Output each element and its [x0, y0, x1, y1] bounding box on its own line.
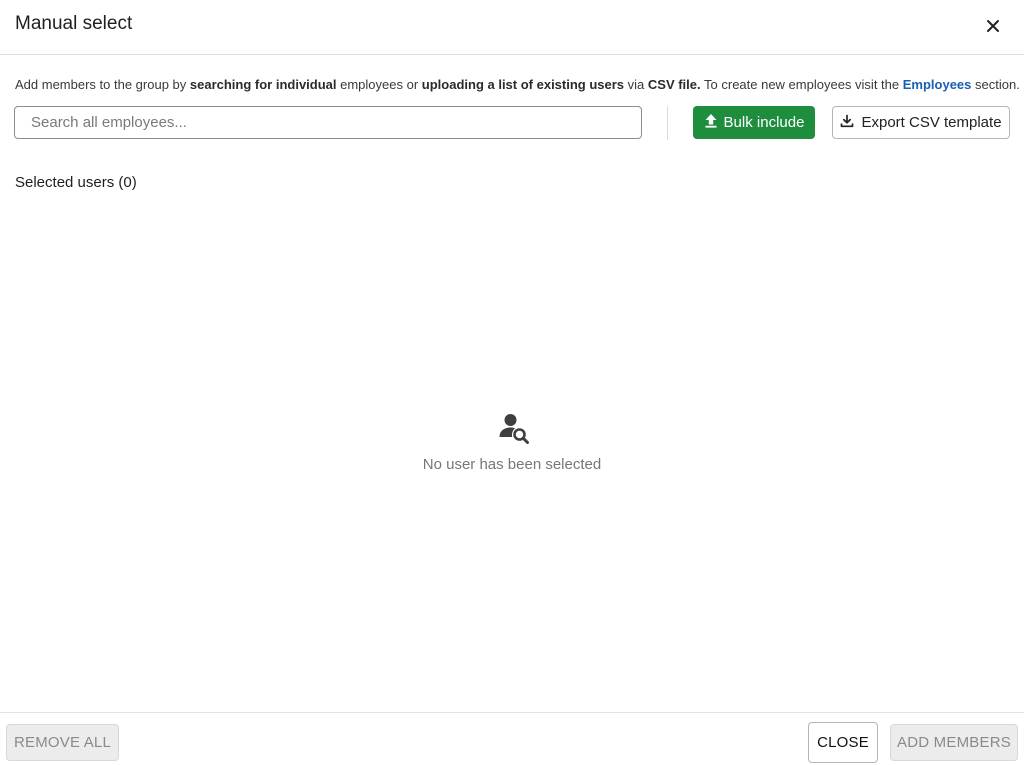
- dialog-header: Manual select: [0, 0, 1024, 55]
- toolbar-divider: [667, 106, 668, 140]
- selected-users-heading: Selected users (0): [15, 174, 137, 191]
- add-members-button[interactable]: ADD MEMBERS: [890, 724, 1018, 761]
- bulk-include-label: Bulk include: [723, 114, 805, 131]
- desc-bold-search: searching for individual: [189, 77, 337, 92]
- close-button[interactable]: CLOSE: [808, 722, 878, 763]
- manual-select-dialog: Manual select Add members to the group b…: [0, 0, 1024, 765]
- empty-state-message: No user has been selected: [422, 456, 602, 473]
- upload-icon: [704, 113, 718, 132]
- dialog-description: Add members to the group by searching fo…: [15, 77, 1020, 92]
- export-csv-label: Export CSV template: [861, 114, 1002, 131]
- close-icon[interactable]: [980, 13, 1006, 39]
- remove-all-button[interactable]: REMOVE ALL: [6, 724, 119, 761]
- desc-bold-csv: CSV file.: [647, 77, 701, 92]
- search-employees-input[interactable]: [14, 106, 642, 139]
- bulk-include-button[interactable]: Bulk include: [693, 106, 815, 139]
- dialog-title: Manual select: [15, 13, 133, 34]
- desc-text: Add members to the group by: [15, 77, 190, 92]
- download-icon: [840, 114, 854, 132]
- dialog-footer: REMOVE ALL CLOSE ADD MEMBERS: [0, 712, 1024, 765]
- export-csv-template-button[interactable]: Export CSV template: [832, 106, 1010, 139]
- desc-bold-upload: uploading a list of existing users: [421, 77, 625, 92]
- employees-link[interactable]: Employees: [903, 77, 972, 92]
- desc-text: via: [624, 77, 648, 92]
- desc-text: To create new employees visit the: [700, 77, 903, 92]
- desc-text: section.: [971, 77, 1020, 92]
- user-search-icon: [498, 412, 530, 444]
- desc-text: employees or: [336, 77, 422, 92]
